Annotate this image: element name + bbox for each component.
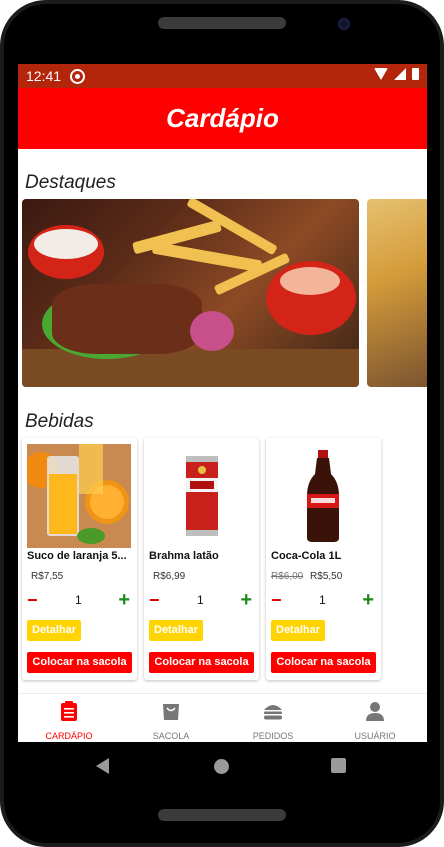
quantity-value: 1 <box>75 593 82 607</box>
fries-shape <box>151 241 263 273</box>
bottom-speaker <box>158 809 286 821</box>
status-bar: 12:41 <box>18 64 427 88</box>
decrease-button[interactable]: − <box>149 591 160 609</box>
nav-item-usuario[interactable]: USUÁRIO <box>324 694 426 742</box>
nav-label: USUÁRIO <box>354 731 396 741</box>
page-title: Cardápio <box>166 103 279 133</box>
product-price: R$6,99 <box>149 571 185 582</box>
bag-icon <box>163 704 179 720</box>
product-current-price: R$5,50 <box>310 571 343 582</box>
product-name: Brahma latão <box>149 550 219 562</box>
detail-button[interactable]: Detalhar <box>271 620 326 641</box>
app-screen: 12:41 Cardápio Destaques Bebidas Suco de… <box>18 64 427 742</box>
product-image <box>149 444 253 548</box>
status-time: 12:41 <box>26 68 62 84</box>
phone-frame: 12:41 Cardápio Destaques Bebidas Suco de… <box>0 0 444 847</box>
signal-icon <box>394 68 406 80</box>
drinks-title: Bebidas <box>25 411 94 432</box>
increase-button[interactable]: + <box>118 590 130 610</box>
earpiece <box>158 17 286 29</box>
sync-icon <box>70 69 85 84</box>
quantity-stepper: − 1 + <box>27 590 132 610</box>
recent-apps-icon[interactable] <box>331 758 346 773</box>
product-name: Coca-Cola 1L <box>271 550 342 562</box>
home-icon[interactable] <box>214 759 229 774</box>
quantity-value: 1 <box>319 593 326 607</box>
decrease-button[interactable]: − <box>271 591 282 609</box>
quantity-stepper: − 1 + <box>149 590 254 610</box>
featured-title: Destaques <box>25 172 116 193</box>
quantity-stepper: − 1 + <box>271 590 376 610</box>
nav-item-cardapio[interactable]: CARDÁPIO <box>18 694 120 742</box>
nav-item-pedidos[interactable]: PEDIDOS <box>222 694 324 742</box>
status-icons <box>374 68 419 80</box>
product-image <box>23 444 131 548</box>
clipboard-icon <box>61 701 77 721</box>
product-card[interactable]: Coca-Cola 1L R$6,00 R$5,50 − 1 + Detalha… <box>266 438 381 680</box>
burger-icon <box>264 705 282 720</box>
android-navigation-bar <box>18 742 427 790</box>
featured-banner-2[interactable] <box>367 199 427 387</box>
product-card[interactable]: Brahma latão R$6,99 − 1 + Detalhar Coloc… <box>144 438 259 680</box>
product-image <box>271 444 375 548</box>
decrease-button[interactable]: − <box>27 591 38 609</box>
detail-button[interactable]: Detalhar <box>27 620 82 641</box>
detail-button[interactable]: Detalhar <box>149 620 204 641</box>
featured-banner-1[interactable] <box>22 199 359 387</box>
nav-label: CARDÁPIO <box>45 731 93 741</box>
vinaigrette-shape <box>280 267 340 295</box>
product-name: Suco de laranja 5... <box>27 550 127 562</box>
board-shape <box>22 349 359 387</box>
back-icon[interactable] <box>96 758 109 774</box>
battery-icon <box>412 68 419 80</box>
meat-shape <box>52 284 202 354</box>
onion-shape <box>190 311 234 351</box>
app-header: Cardápio <box>18 88 427 149</box>
add-to-bag-button[interactable]: Colocar na sacola <box>271 652 376 673</box>
nav-label: PEDIDOS <box>252 731 294 741</box>
product-price: R$7,55 <box>27 571 63 582</box>
quantity-value: 1 <box>197 593 204 607</box>
increase-button[interactable]: + <box>362 590 374 610</box>
nav-item-sacola[interactable]: SACOLA <box>120 694 222 742</box>
user-icon <box>366 702 384 721</box>
wifi-icon <box>374 68 388 80</box>
rice-shape <box>34 229 98 259</box>
front-camera <box>338 18 350 30</box>
product-current-price: R$6,99 <box>153 571 186 582</box>
product-list: Suco de laranja 5... R$7,55 − 1 + Detalh… <box>22 438 427 680</box>
add-to-bag-button[interactable]: Colocar na sacola <box>27 652 132 673</box>
increase-button[interactable]: + <box>240 590 252 610</box>
product-old-price: R$6,00 <box>271 571 304 582</box>
bottom-navigation: CARDÁPIO SACOLA PEDIDOS USUÁRIO <box>18 693 427 742</box>
add-to-bag-button[interactable]: Colocar na sacola <box>149 652 254 673</box>
product-card[interactable]: Suco de laranja 5... R$7,55 − 1 + Detalh… <box>22 438 137 680</box>
product-current-price: R$7,55 <box>31 571 64 582</box>
nav-label: SACOLA <box>152 731 190 741</box>
product-price: R$6,00 R$5,50 <box>271 571 342 582</box>
